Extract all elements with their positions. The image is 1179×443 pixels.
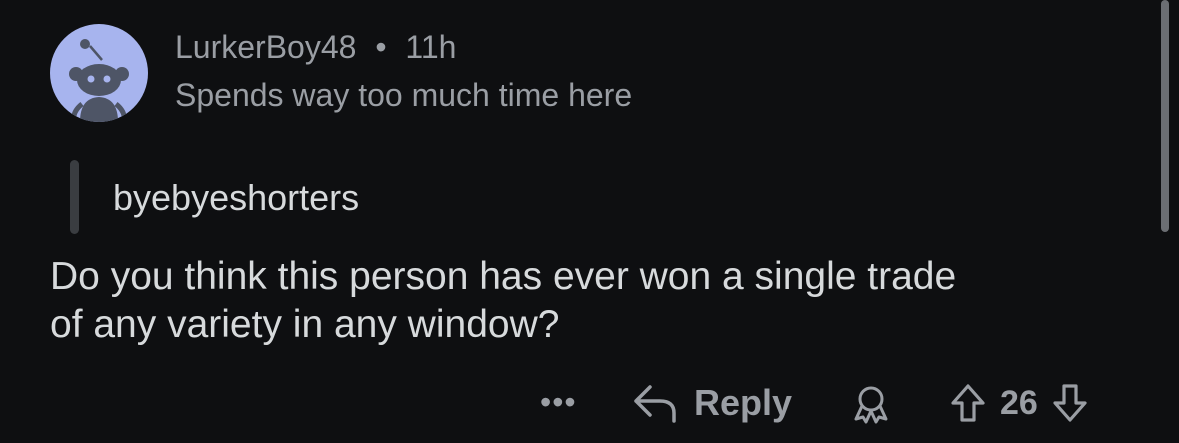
upvote-arrow-icon[interactable] xyxy=(950,383,986,423)
award-button[interactable] xyxy=(851,384,891,429)
reply-label: Reply xyxy=(694,382,793,423)
more-options-button[interactable]: ••• xyxy=(540,382,577,422)
comment-age: 11h xyxy=(405,29,457,65)
comment-body-line: Do you think this person has ever won a … xyxy=(50,255,957,298)
vote-controls: 26 xyxy=(950,380,1088,426)
reply-arrow-icon xyxy=(634,385,676,423)
author-name[interactable]: LurkerBoy48 xyxy=(175,29,356,65)
comment-body-line: of any variety in any window? xyxy=(50,303,560,346)
user-flair: Spends way too much time here xyxy=(175,77,633,113)
comment-actions: ••• Reply 26 xyxy=(0,380,1179,430)
quote-bar xyxy=(70,160,79,234)
avatar[interactable] xyxy=(50,24,148,122)
reddit-snoo-avatar-icon xyxy=(69,39,129,122)
vote-score: 26 xyxy=(1000,383,1038,422)
author-row: LurkerBoy48 • 11h xyxy=(175,28,456,66)
award-icon xyxy=(854,386,888,424)
downvote-arrow-icon[interactable] xyxy=(1052,383,1088,423)
scrollbar[interactable] xyxy=(1161,0,1169,232)
comment: LurkerBoy48 • 11h Spends way too much ti… xyxy=(0,0,1179,443)
meta-separator: • xyxy=(375,29,387,65)
reply-button[interactable]: Reply xyxy=(632,380,792,426)
quoted-text: byebyeshorters xyxy=(113,177,360,218)
comment-body: Do you think this person has ever won a … xyxy=(50,253,1150,349)
